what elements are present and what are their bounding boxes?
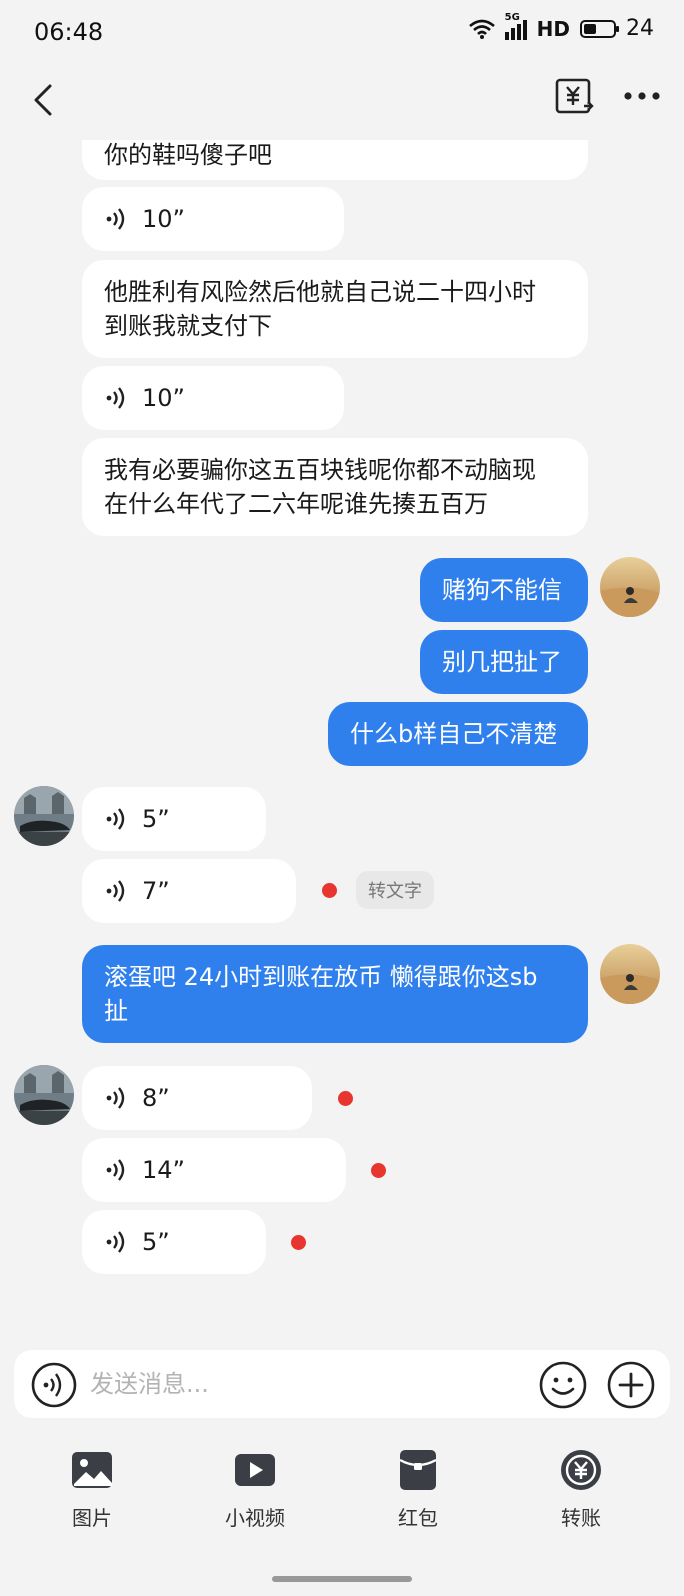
voice-message[interactable]: 8”: [82, 1066, 312, 1130]
message-text: 赌狗不能信: [442, 576, 562, 604]
image-icon: [72, 1452, 112, 1488]
voice-duration: 10”: [142, 205, 185, 233]
voice-wave-icon: [106, 1159, 125, 1181]
status-time: 06:48: [34, 18, 104, 46]
signal-bar: [510, 27, 515, 40]
emoji-icon[interactable]: [538, 1360, 588, 1410]
transfer-icon: [561, 1450, 601, 1490]
voice-wave-icon: [106, 808, 125, 830]
chevron-left-icon[interactable]: [26, 78, 66, 122]
hd-label: HD: [536, 16, 570, 41]
yuan-receipt-icon[interactable]: [554, 76, 594, 118]
message-text-line: 他胜利有风险然后他就自己说二十四小时: [104, 278, 536, 306]
tool-transfer[interactable]: 转账: [521, 1448, 641, 1548]
tool-label: 红包: [398, 1506, 438, 1530]
signal-indicator: 5G: [504, 12, 527, 40]
message-bubble-outgoing[interactable]: 赌狗不能信: [420, 558, 588, 622]
voice-duration: 7”: [142, 877, 170, 905]
message-bubble-outgoing[interactable]: 别几把扯了: [420, 630, 588, 694]
message-text-line: 滚蛋吧 24小时到账在放币 懒得跟你这sb: [104, 963, 538, 991]
voice-wave-icon: [106, 1087, 125, 1109]
network-label: 5G: [504, 11, 520, 23]
voice-wave-icon: [106, 387, 125, 409]
avatar-image: [14, 1065, 74, 1125]
voice-duration: 8”: [142, 1084, 170, 1112]
message-list[interactable]: 你的鞋吗傻子吧 10” 他胜利有风险然后他就自己说二十四小时 到账我就支付下 1…: [0, 140, 684, 1330]
wifi-icon: [468, 19, 495, 39]
avatar[interactable]: [14, 786, 74, 846]
message-text-line: 扯: [104, 997, 128, 1025]
battery-level: 24: [626, 16, 654, 41]
video-icon: [235, 1454, 275, 1486]
unread-dot: [322, 883, 337, 898]
avatar-image: [600, 557, 660, 617]
message-input-bar: [14, 1350, 670, 1418]
message-text: 你的鞋吗傻子吧: [104, 141, 272, 169]
avatar[interactable]: [600, 944, 660, 1004]
voice-duration: 5”: [142, 805, 170, 833]
signal-bar: [504, 31, 509, 40]
battery-icon: [580, 19, 619, 38]
voice-duration: 5”: [142, 1228, 170, 1256]
signal-bar: [516, 23, 521, 40]
unread-dot: [338, 1091, 353, 1106]
voice-wave-icon: [106, 208, 125, 230]
voice-message[interactable]: 14”: [82, 1138, 346, 1202]
voice-message[interactable]: 7”: [82, 859, 296, 923]
message-bubble-outgoing[interactable]: 滚蛋吧 24小时到账在放币 懒得跟你这sb 扯: [82, 945, 588, 1043]
voice-duration: 10”: [142, 384, 185, 412]
avatar[interactable]: [14, 1065, 74, 1125]
voice-wave-icon: [106, 1231, 125, 1253]
status-bar: 06:48 5G HD 24: [0, 0, 684, 64]
avatar-image: [14, 786, 74, 846]
message-input[interactable]: [90, 1360, 510, 1408]
tool-label: 转账: [561, 1506, 601, 1530]
voice-message[interactable]: 10”: [82, 187, 344, 251]
voice-message[interactable]: 5”: [82, 787, 266, 851]
voice-message[interactable]: 10”: [82, 366, 344, 430]
message-text-line: 在什么年代了二六年呢谁先揍五百万: [104, 490, 488, 518]
tool-label: 小视频: [225, 1506, 285, 1530]
unread-dot: [291, 1235, 306, 1250]
message-bubble-incoming[interactable]: 他胜利有风险然后他就自己说二十四小时 到账我就支付下: [82, 260, 588, 358]
voice-wave-icon: [106, 880, 125, 902]
status-indicators: 5G HD 24: [468, 12, 654, 41]
avatar[interactable]: [600, 557, 660, 617]
message-bubble-outgoing[interactable]: 什么b样自己不清楚: [328, 702, 588, 766]
message-text-line: 我有必要骗你这五百块钱呢你都不动脑现: [104, 456, 536, 484]
home-indicator[interactable]: [272, 1576, 412, 1582]
voice-input-icon[interactable]: [30, 1361, 78, 1409]
convert-to-text-button[interactable]: 转文字: [356, 871, 434, 909]
voice-duration: 14”: [142, 1156, 185, 1184]
chat-header: [0, 64, 684, 140]
red-packet-icon: [399, 1450, 437, 1490]
tool-label: 图片: [72, 1506, 112, 1530]
more-dots-icon[interactable]: [622, 86, 662, 106]
message-text: 别几把扯了: [442, 648, 562, 676]
tool-image[interactable]: 图片: [32, 1448, 152, 1548]
message-bubble-incoming[interactable]: 你的鞋吗傻子吧: [82, 140, 588, 180]
message-text-line: 到账我就支付下: [104, 312, 272, 340]
tool-red-packet[interactable]: 红包: [358, 1448, 478, 1548]
tool-video[interactable]: 小视频: [195, 1448, 315, 1548]
avatar-image: [600, 944, 660, 1004]
message-bubble-incoming[interactable]: 我有必要骗你这五百块钱呢你都不动脑现 在什么年代了二六年呢谁先揍五百万: [82, 438, 588, 536]
extension-toolbar: 图片 小视频 红包 转账: [0, 1440, 684, 1560]
plus-icon[interactable]: [606, 1360, 656, 1410]
message-text: 什么b样自己不清楚: [350, 720, 558, 748]
unread-dot: [371, 1163, 386, 1178]
signal-bar: [522, 19, 527, 40]
voice-message[interactable]: 5”: [82, 1210, 266, 1274]
